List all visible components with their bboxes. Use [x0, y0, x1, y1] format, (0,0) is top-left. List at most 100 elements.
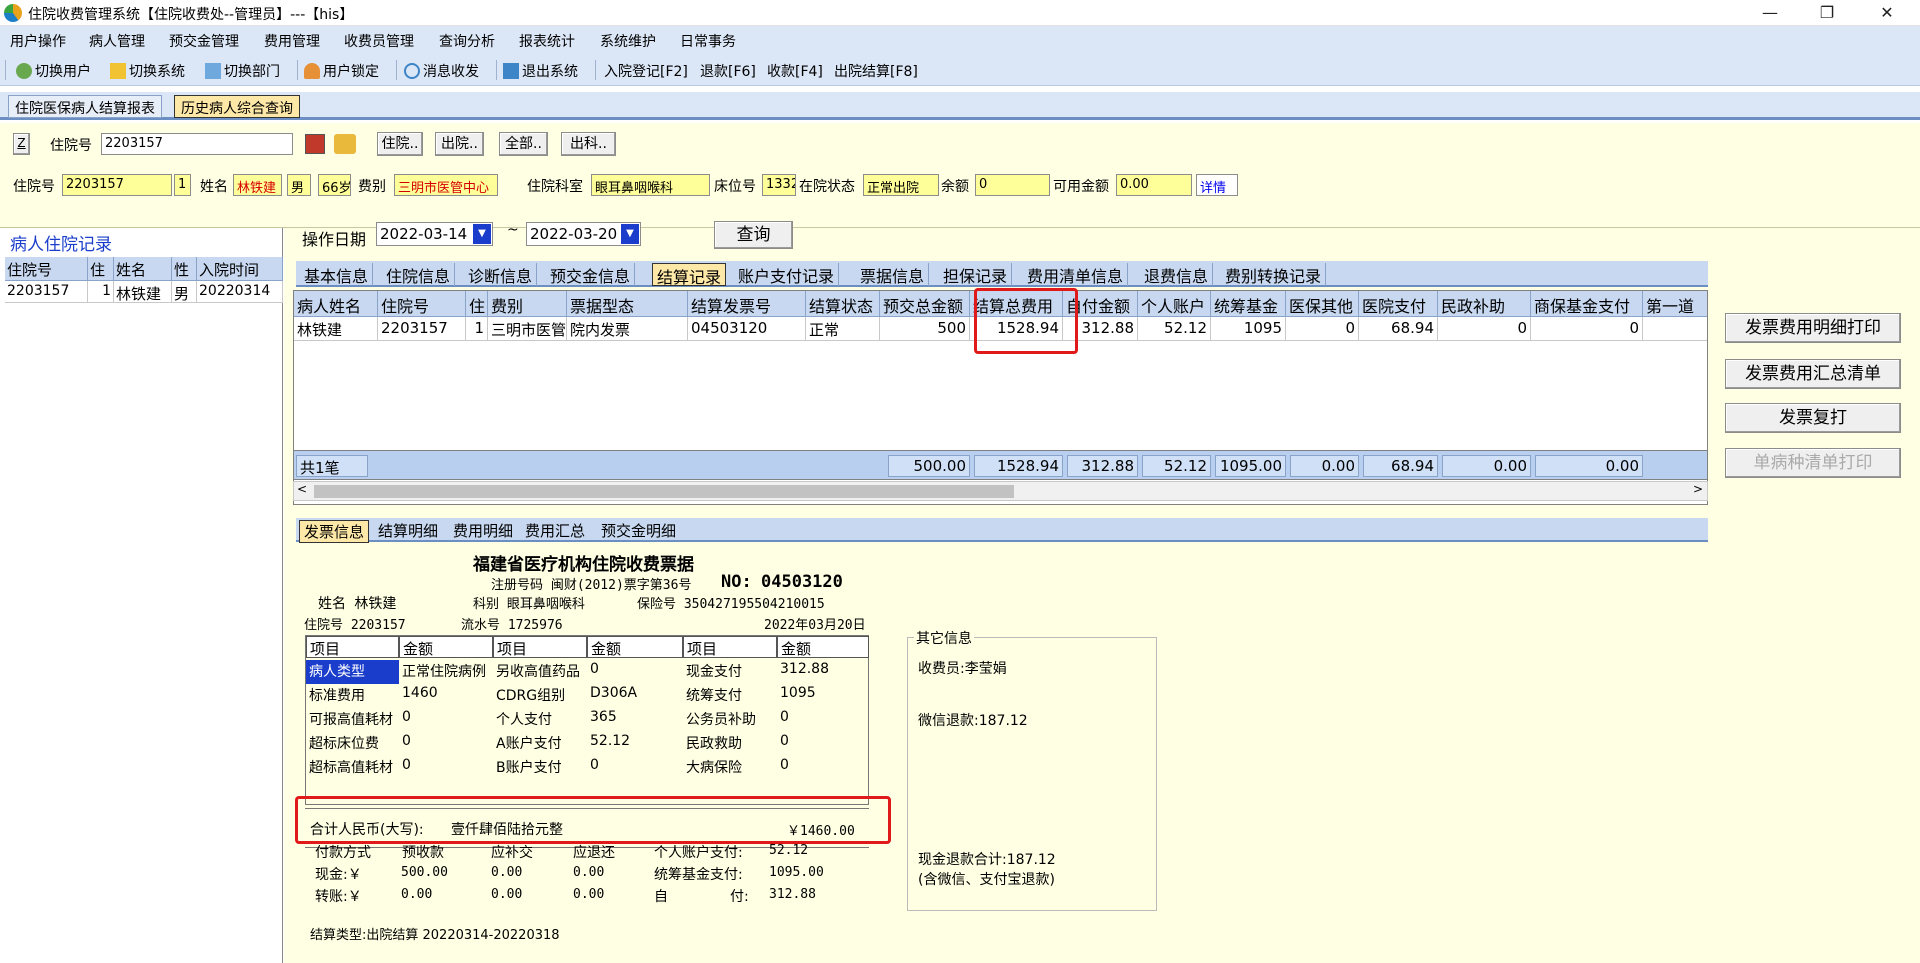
toolbar-grip	[5, 60, 6, 80]
calendar-icon[interactable]	[305, 134, 325, 154]
refund-button[interactable]: 退款[F6]	[700, 61, 756, 81]
col-header[interactable]: 病人姓名	[294, 291, 378, 317]
tab-hospital-info[interactable]: 住院信息	[382, 263, 456, 286]
col-header[interactable]: 票据型态	[567, 291, 688, 317]
menu-user-ops[interactable]: 用户操作	[10, 31, 66, 51]
invoice-summary-button[interactable]: 发票费用汇总清单	[1725, 359, 1901, 389]
col-header[interactable]: 结算发票号	[688, 291, 806, 317]
menu-cashier-mgmt[interactable]: 收费员管理	[344, 31, 414, 51]
chevron-down-icon[interactable]: ▼	[473, 224, 491, 244]
tab-receipt-info[interactable]: 票据信息	[856, 263, 930, 286]
col-header[interactable]: 医保其他	[1286, 291, 1359, 317]
col-header-admit-time[interactable]: 入院时间	[197, 257, 283, 281]
col-header[interactable]: 个人账户	[1138, 291, 1211, 317]
cash-refund: 0.00	[573, 865, 605, 880]
reprint-invoice-button[interactable]: 发票复打	[1725, 403, 1901, 433]
discharge-settle-button[interactable]: 出院结算[F8]	[834, 61, 918, 81]
col-header-id[interactable]: 住院号	[5, 257, 88, 281]
tab-insurance-report[interactable]: 住院医保病人结算报表	[8, 95, 162, 118]
scroll-right-icon[interactable]: >	[1693, 482, 1703, 496]
messages-button[interactable]: 消息收发	[404, 61, 479, 81]
all-button[interactable]: 全部..	[499, 132, 548, 156]
tab-settle-detail[interactable]: 结算明细	[374, 520, 442, 541]
col-header[interactable]: 住	[466, 291, 488, 317]
z-button[interactable]: Z	[13, 133, 30, 155]
col-header[interactable]: 住院号	[378, 291, 466, 317]
restore-icon[interactable]: ❐	[1804, 0, 1850, 26]
invoice-title: 福建省医疗机构住院收费票据	[473, 555, 694, 575]
dept-out-button[interactable]: 出科..	[561, 132, 616, 156]
lock-user-button[interactable]: 用户锁定	[304, 61, 379, 81]
print-invoice-detail-button[interactable]: 发票费用明细打印	[1725, 313, 1901, 343]
col-header[interactable]: 结算状态	[806, 291, 880, 317]
col-header[interactable]: 商保基金支付	[1531, 291, 1643, 317]
menu-query-analysis[interactable]: 查询分析	[439, 31, 495, 51]
minimize-icon[interactable]: —	[1747, 0, 1793, 26]
search-input[interactable]: 2203157	[101, 133, 293, 155]
col-header-times[interactable]: 住	[88, 257, 114, 281]
horizontal-scrollbar[interactable]: < >	[293, 481, 1708, 501]
clear-icon[interactable]	[334, 134, 356, 154]
detail-link[interactable]: 详情	[1196, 174, 1238, 196]
admission-count-field: 1	[174, 174, 191, 196]
menu-reports[interactable]: 报表统计	[519, 31, 575, 51]
exit-system-button[interactable]: 退出系统	[503, 61, 578, 81]
total-personal-account: 52.12	[1142, 455, 1211, 477]
tab-diagnosis-info[interactable]: 诊断信息	[464, 263, 538, 286]
receive-button[interactable]: 收款[F4]	[767, 61, 823, 81]
tab-basic-info[interactable]: 基本信息	[300, 263, 374, 286]
tab-deposit-info[interactable]: 预交金信息	[546, 263, 636, 286]
admission-button[interactable]: 入院登记[F2]	[604, 61, 688, 81]
self-pay-label-2: 付:	[730, 889, 749, 905]
info-icon	[404, 63, 420, 79]
dept-label: 住院科室	[527, 179, 583, 195]
tab-guarantee[interactable]: 担保记录	[939, 263, 1013, 286]
col-header-name[interactable]: 姓名	[114, 257, 172, 281]
tab-fee-summary[interactable]: 费用汇总	[521, 520, 589, 541]
table-row[interactable]: 2203157 1 林铁建 男 20220314	[5, 281, 283, 303]
bed-label: 床位号	[714, 179, 756, 195]
scroll-left-icon[interactable]: <	[297, 482, 307, 496]
col-header[interactable]: 预交总金额	[880, 291, 970, 317]
switch-user-button[interactable]: 切换用户	[16, 61, 91, 81]
close-icon[interactable]: ✕	[1864, 0, 1910, 26]
tab-refund-info[interactable]: 退费信息	[1140, 263, 1214, 286]
col-header[interactable]: 民政补助	[1438, 291, 1531, 317]
scroll-thumb[interactable]	[314, 485, 1014, 498]
menu-system[interactable]: 系统维护	[600, 31, 656, 51]
menu-patient-mgmt[interactable]: 病人管理	[89, 31, 145, 51]
query-button[interactable]: 查询	[714, 221, 793, 249]
fee-type-field: 三明市医管中心	[394, 174, 498, 196]
single-disease-print-button[interactable]: 单病种清单打印	[1725, 448, 1901, 478]
col-header[interactable]: 医院支付	[1359, 291, 1438, 317]
invoice-flow-no: 流水号 1725976	[461, 618, 563, 633]
lock-user-icon	[304, 63, 320, 79]
tab-account-payments[interactable]: 账户支付记录	[734, 263, 840, 286]
in-hospital-button[interactable]: 住院..	[377, 132, 423, 156]
tab-fee-list[interactable]: 费用清单信息	[1023, 263, 1129, 286]
tab-deposit-detail[interactable]: 预交金明细	[597, 520, 680, 541]
date-to-picker[interactable]: 2022-03-20 ▼	[526, 222, 641, 246]
switch-dept-button[interactable]: 切换部门	[205, 61, 280, 81]
tab-settlement-records[interactable]: 结算记录	[652, 263, 727, 287]
switch-system-button[interactable]: 切换系统	[110, 61, 185, 81]
other-info-title: 其它信息	[914, 628, 974, 648]
col-header-sex[interactable]: 性	[172, 257, 197, 281]
tab-invoice-info[interactable]: 发票信息	[299, 520, 370, 543]
tab-fee-type-change[interactable]: 费别转换记录	[1221, 263, 1327, 286]
col-header[interactable]: 费别	[488, 291, 567, 317]
chevron-down-icon[interactable]: ▼	[621, 224, 639, 244]
col-header[interactable]: 统筹基金	[1211, 291, 1286, 317]
list-item: 标准费用 1460 CDRG组别 D306A 统筹支付 1095	[309, 685, 816, 704]
tab-history-query[interactable]: 历史病人综合查询	[174, 95, 300, 118]
balance-field: 0	[975, 174, 1050, 196]
menu-deposit-mgmt[interactable]: 预交金管理	[169, 31, 239, 51]
toolbar-separator	[297, 60, 298, 80]
pooled-fund-value: 1095.00	[769, 865, 824, 880]
discharged-button[interactable]: 出院..	[435, 132, 484, 156]
date-from-picker[interactable]: 2022-03-14 ▼	[376, 222, 493, 246]
menu-daily[interactable]: 日常事务	[680, 31, 736, 51]
tab-fee-detail[interactable]: 费用明细	[449, 520, 517, 541]
menu-fee-mgmt[interactable]: 费用管理	[264, 31, 320, 51]
col-header[interactable]: 第一道	[1643, 291, 1707, 317]
